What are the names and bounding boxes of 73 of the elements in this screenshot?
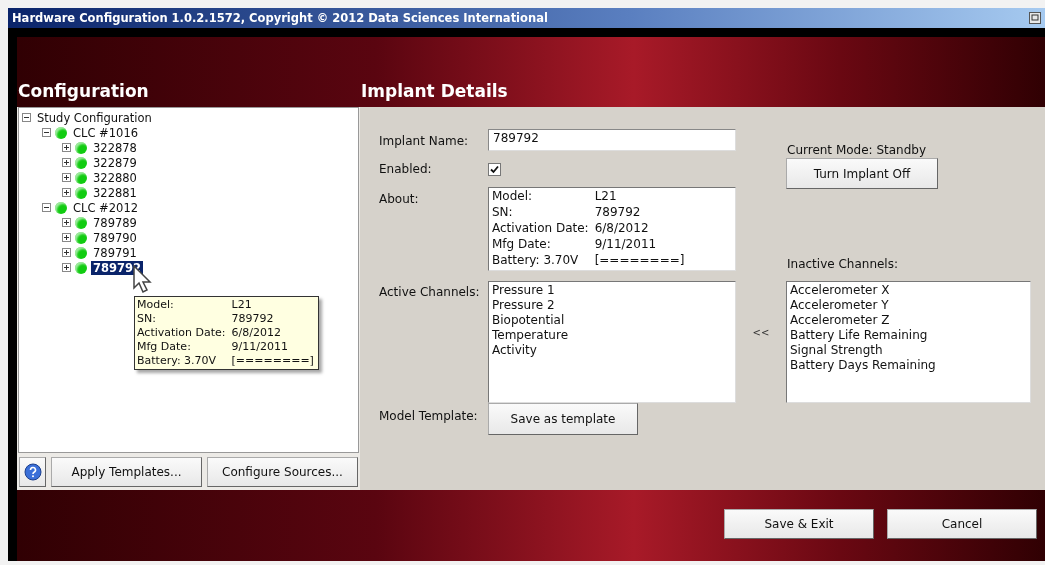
info-value: [========]	[594, 253, 685, 269]
tree-item[interactable]: 789789	[91, 215, 139, 230]
expand-icon[interactable]	[62, 158, 71, 167]
info-label: Mfg Date:	[137, 340, 192, 354]
expand-icon[interactable]	[62, 188, 71, 197]
channel-item[interactable]: Biopotential	[492, 313, 732, 328]
info-value: 9/11/2011	[594, 237, 658, 253]
info-value: L21	[231, 298, 253, 312]
turn-off-button[interactable]: Turn Implant Off	[786, 158, 938, 189]
action-button[interactable]: Configure Sources...	[207, 457, 358, 487]
info-label: Battery: 3.70V	[137, 354, 218, 368]
info-value: 6/8/2012	[594, 221, 650, 237]
expand-icon[interactable]	[62, 263, 71, 272]
tree-item[interactable]: CLC #2012	[71, 200, 141, 215]
tree-item[interactable]: Study Configuration	[35, 110, 154, 125]
channel-item[interactable]: Temperature	[492, 328, 732, 343]
collapse-icon[interactable]	[42, 128, 51, 137]
channel-item[interactable]: Activity	[492, 343, 732, 358]
tree-item[interactable]: 789790	[91, 230, 139, 245]
expand-icon[interactable]	[62, 248, 71, 257]
channel-item[interactable]: Accelerometer X	[790, 283, 1027, 298]
implant-name-field[interactable]: 789792	[488, 129, 736, 151]
field-label: Implant Name:	[379, 133, 470, 150]
info-value: L21	[594, 189, 618, 205]
collapse-icon[interactable]	[22, 113, 31, 122]
footer-button[interactable]: Save & Exit	[724, 508, 874, 539]
channel-item[interactable]: Battery Life Remaining	[790, 328, 1027, 343]
expand-icon[interactable]	[62, 218, 71, 227]
enabled-checkbox[interactable]	[488, 163, 501, 176]
info-label: Activation Date:	[137, 326, 226, 340]
action-button[interactable]: Apply Templates...	[51, 457, 202, 487]
field-label: Enabled:	[379, 161, 433, 178]
channel-item[interactable]: Accelerometer Y	[790, 298, 1027, 313]
tree-item[interactable]: 322881	[91, 185, 139, 200]
tree-item[interactable]: 789791	[91, 245, 139, 260]
save-template-button[interactable]: Save as template	[488, 403, 638, 435]
info-value: 789792	[231, 312, 275, 326]
restore-icon[interactable]	[1029, 12, 1041, 24]
info-label: SN:	[492, 205, 514, 221]
expand-icon[interactable]	[62, 173, 71, 182]
info-value: [========]	[231, 354, 314, 368]
footer-button[interactable]: Cancel	[887, 508, 1037, 539]
help-button[interactable]	[19, 457, 46, 487]
expand-icon[interactable]	[62, 233, 71, 242]
collapse-icon[interactable]	[42, 203, 51, 212]
tree-item[interactable]: 322878	[91, 140, 139, 155]
info-label: SN:	[137, 312, 157, 326]
tree-item[interactable]: 322880	[91, 170, 139, 185]
field-label: Active Channels:	[379, 284, 481, 301]
window-title: Hardware Configuration 1.0.2.1572, Copyright © 2012 Data Sciences International	[12, 11, 548, 25]
tree-item[interactable]: CLC #1016	[71, 125, 141, 140]
channel-item[interactable]: Accelerometer Z	[790, 313, 1027, 328]
info-label: Activation Date:	[492, 221, 589, 237]
channel-item[interactable]: Signal Strength	[790, 343, 1027, 358]
info-value: 789792	[594, 205, 642, 221]
field-label: About:	[379, 191, 420, 208]
mode-status: Current Mode: Standby	[786, 143, 928, 157]
channel-item[interactable]: Battery Days Remaining	[790, 358, 1027, 373]
panel-heading: Configuration	[17, 81, 150, 103]
channel-item[interactable]: Pressure 2	[492, 298, 732, 313]
info-value: 9/11/2011	[231, 340, 289, 354]
move-button[interactable]: <<	[752, 326, 770, 338]
expand-icon[interactable]	[62, 143, 71, 152]
info-label: Battery: 3.70V	[492, 253, 580, 269]
channel-item[interactable]: Pressure 1	[492, 283, 732, 298]
info-value: 6/8/2012	[231, 326, 282, 340]
field-label: Inactive Channels:	[786, 257, 899, 271]
panel-heading: Implant Details	[360, 81, 508, 103]
field-label: Model Template:	[379, 408, 479, 425]
tree-item[interactable]: 322879	[91, 155, 139, 170]
info-label: Mfg Date:	[492, 237, 552, 253]
info-label: Model:	[492, 189, 534, 205]
info-label: Model:	[137, 298, 175, 312]
